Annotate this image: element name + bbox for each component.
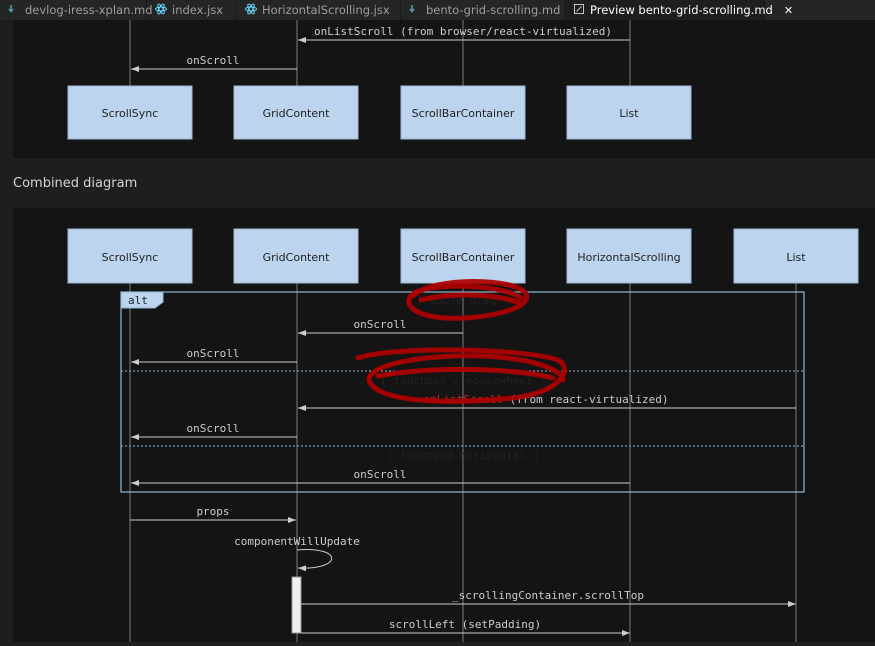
actor-grid-content: GridContent	[233, 85, 359, 140]
react-icon	[245, 3, 257, 18]
tab-horizontal-scrolling-jsx[interactable]: HorizontalScrolling.jsx	[237, 0, 401, 20]
activation-bar	[291, 576, 302, 634]
actor-scroll-bar-container: ScrollBarContainer	[400, 228, 526, 284]
svg-text:GridContent: GridContent	[263, 107, 331, 120]
tab-index-jsx[interactable]: index.jsx	[147, 0, 237, 20]
svg-text:ScrollBarContainer: ScrollBarContainer	[412, 251, 515, 264]
actor-list: List	[566, 85, 692, 140]
message-label: componentWillUpdate	[234, 535, 360, 548]
markdown-icon	[8, 3, 20, 18]
tab-label: Preview bento-grid-scrolling.md	[590, 3, 773, 17]
svg-text:ScrollSync: ScrollSync	[102, 251, 159, 264]
top-sequence-diagram: onListScroll (from browser/react-virtual…	[13, 20, 875, 158]
message-label: onScroll	[354, 468, 407, 481]
message-label: onScroll	[187, 347, 240, 360]
svg-text:List: List	[619, 107, 639, 120]
svg-text:GridContent: GridContent	[263, 251, 331, 264]
svg-text:HorizontalScrolling: HorizontalScrolling	[577, 251, 680, 264]
editor-tab-bar: devlog-iress-xplan.md index.jsx Horizont…	[0, 0, 875, 20]
close-icon[interactable]: ✕	[784, 4, 793, 17]
tab-devlog-iress-xplan[interactable]: devlog-iress-xplan.md	[0, 0, 153, 20]
react-icon	[155, 3, 167, 18]
message-label: _scrollingContainer.scrollTop	[452, 589, 644, 602]
svg-text:ScrollBarContainer: ScrollBarContainer	[412, 107, 515, 120]
preview-icon	[573, 3, 585, 18]
tab-label: index.jsx	[172, 3, 224, 17]
tab-label: HorizontalScrolling.jsx	[262, 3, 390, 17]
section-heading: Combined diagram	[13, 176, 138, 191]
message-label: onScroll	[354, 318, 407, 331]
actor-horizontal-scrolling: HorizontalScrolling	[566, 228, 692, 284]
tab-bento-grid-scrolling-md[interactable]: bento-grid-scrolling.md	[401, 0, 565, 20]
svg-text:ScrollSync: ScrollSync	[102, 107, 159, 120]
message-label: props	[196, 505, 229, 518]
guard-label: [ touchpad-horizontal ]	[387, 449, 539, 462]
tab-preview-bento-grid-scrolling[interactable]: Preview bento-grid-scrolling.md ✕	[565, 0, 793, 20]
alt-label: alt	[128, 294, 148, 307]
message-label: onListScroll (from browser/react-virtual…	[314, 25, 612, 38]
actor-scroll-sync: ScrollSync	[67, 85, 193, 140]
combined-sequence-diagram: ScrollSync GridContent ScrollBarContaine…	[13, 208, 875, 642]
message-label: onScroll	[187, 422, 240, 435]
guard-label: [ touchpad / mousewheel ]	[380, 374, 546, 387]
svg-text:List: List	[786, 251, 806, 264]
actor-grid-content: GridContent	[233, 228, 359, 284]
message-label: scrollLeft (setPadding)	[389, 618, 541, 631]
actor-scroll-sync: ScrollSync	[67, 228, 193, 284]
tab-label: devlog-iress-xplan.md	[25, 3, 153, 17]
message-label: onScroll	[187, 54, 240, 67]
self-message-arrow	[296, 549, 332, 572]
actor-scroll-bar-container: ScrollBarContainer	[400, 85, 526, 140]
markdown-icon	[409, 3, 421, 18]
tab-label: bento-grid-scrolling.md	[426, 3, 561, 17]
actor-list: List	[733, 228, 859, 284]
